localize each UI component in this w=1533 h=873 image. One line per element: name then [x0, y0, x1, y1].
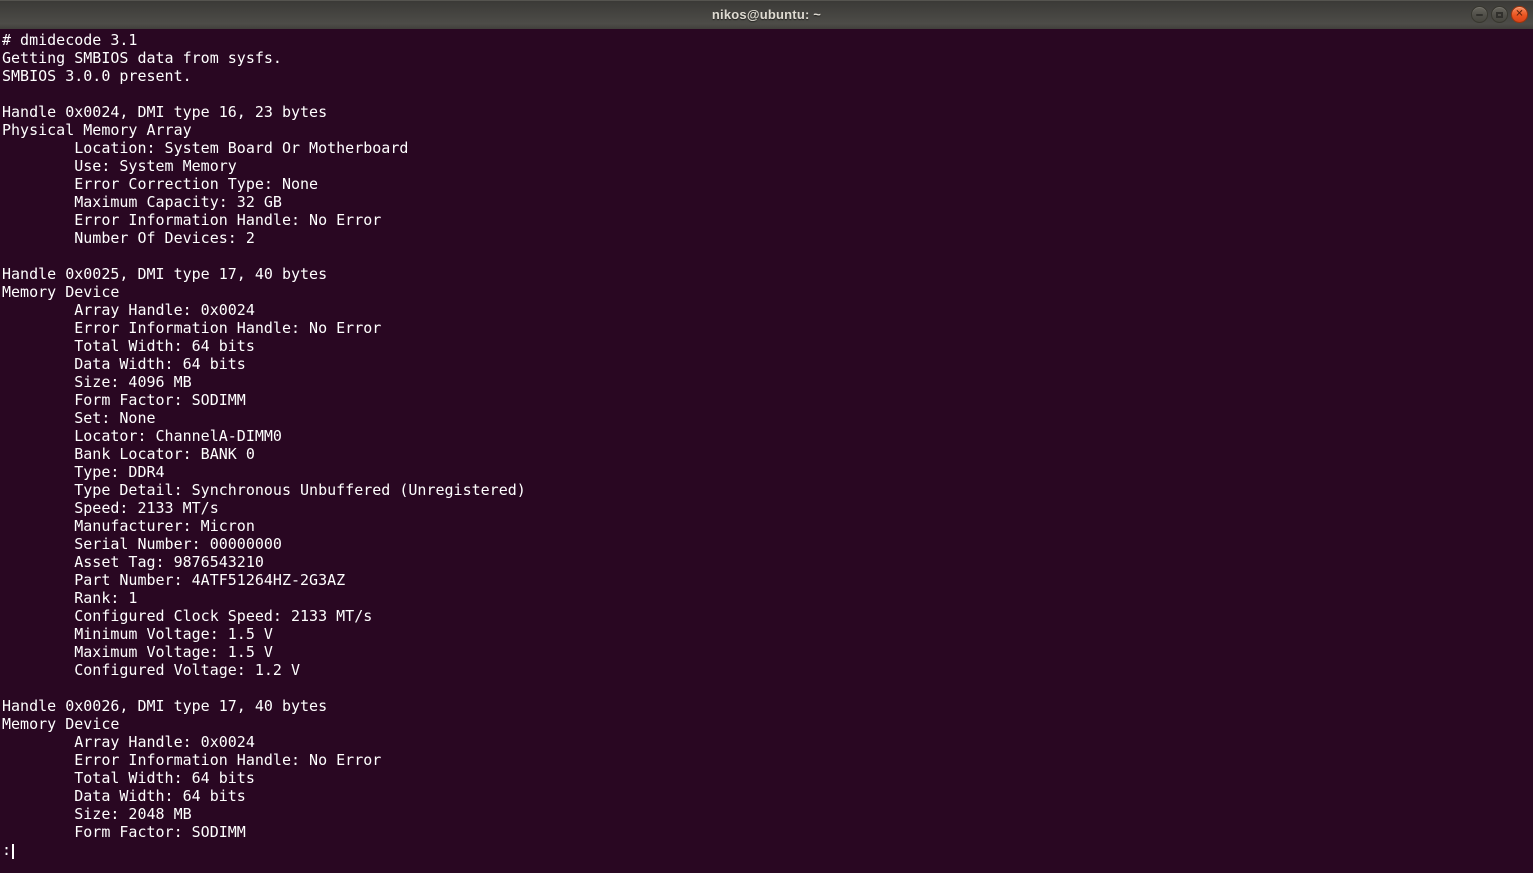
window-controls: ✕ — [1471, 0, 1528, 29]
terminal-window: nikos@ubuntu: ~ ✕ # dmidecode 3.1 Gettin… — [0, 0, 1533, 873]
terminal-output: # dmidecode 3.1 Getting SMBIOS data from… — [2, 31, 526, 841]
minimize-icon — [1476, 13, 1483, 16]
pager-prompt-line: : — [2, 841, 1533, 859]
pager-prompt: : — [2, 841, 12, 859]
close-button[interactable]: ✕ — [1511, 6, 1528, 23]
text-cursor — [12, 844, 15, 859]
minimize-button[interactable] — [1471, 6, 1488, 23]
window-titlebar[interactable]: nikos@ubuntu: ~ ✕ — [0, 0, 1533, 29]
window-title: nikos@ubuntu: ~ — [711, 7, 822, 22]
terminal-screen[interactable]: # dmidecode 3.1 Getting SMBIOS data from… — [0, 29, 1533, 873]
maximize-icon — [1496, 11, 1503, 18]
close-icon: ✕ — [1515, 8, 1524, 19]
maximize-button[interactable] — [1491, 6, 1508, 23]
